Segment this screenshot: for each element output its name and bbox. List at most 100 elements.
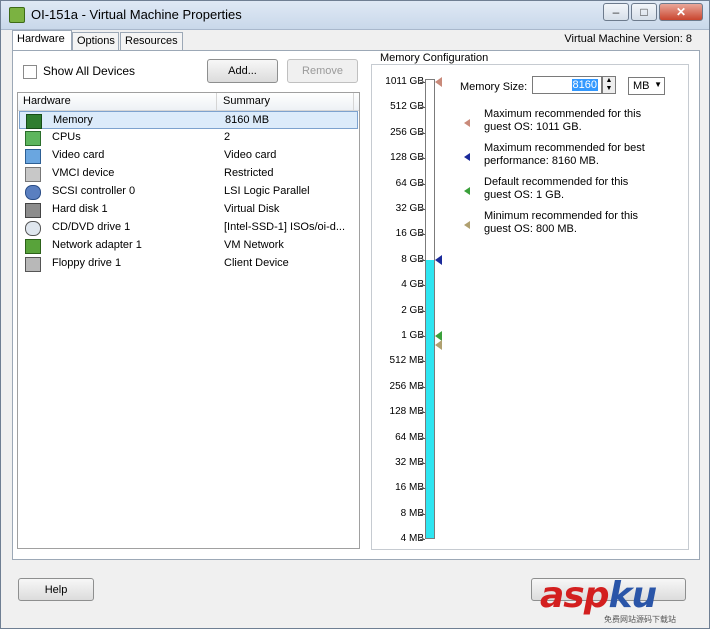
column-hardware[interactable]: Hardware (23, 95, 71, 107)
legend-marker (464, 153, 470, 161)
memory-size-input[interactable]: 8160 (532, 76, 602, 94)
scale-label: 64 GB (395, 177, 424, 189)
help-button[interactable]: Help (18, 578, 94, 601)
harddisk-icon (25, 203, 41, 218)
close-button[interactable]: ✕ (659, 3, 703, 21)
device-row[interactable]: CD/DVD drive 1 [Intel-SSD-1] ISOs/oi-d... (19, 219, 358, 237)
vm-icon (9, 7, 25, 23)
device-summary: LSI Logic Parallel (224, 185, 310, 197)
memory-icon (26, 114, 42, 129)
device-summary: VM Network (224, 239, 284, 251)
scale-tick (420, 183, 425, 185)
device-row[interactable]: Network adapter 1 VM Network (19, 237, 358, 255)
device-summary: Restricted (224, 167, 274, 179)
device-summary: 8160 MB (225, 114, 270, 126)
device-summary: Client Device (224, 257, 289, 269)
device-row[interactable]: Video card Video card (19, 147, 358, 165)
scale-label: 8 GB (401, 253, 424, 265)
window-title: OI-151a - Virtual Machine Properties (31, 7, 242, 22)
network-icon (25, 239, 41, 254)
device-row[interactable]: SCSI controller 0 LSI Logic Parallel (19, 183, 358, 201)
scale-tick (420, 513, 425, 515)
tab-resources[interactable]: Resources (120, 32, 183, 50)
maximize-button[interactable]: □ (631, 3, 657, 21)
device-row[interactable]: Memory 8160 MB (19, 111, 358, 129)
device-list: Hardware Summary Memory 8160 MB CPUs 2 Video… (17, 92, 360, 549)
legend-marker (464, 187, 470, 195)
scsi-icon (25, 185, 41, 200)
scale-tick (420, 361, 425, 363)
add-button[interactable]: Add... (207, 59, 278, 83)
scale-tick (420, 310, 425, 312)
scale-label: 128 GB (390, 152, 424, 164)
scale-label: 1011 GB (385, 76, 424, 87)
max-performance-marker[interactable] (435, 254, 442, 265)
scale-label: 256 MB (389, 380, 424, 392)
device-row[interactable]: Hard disk 1 Virtual Disk (19, 201, 358, 219)
scale-tick (420, 209, 425, 210)
device-name: SCSI controller 0 (52, 185, 136, 197)
tab-options[interactable]: Options (72, 32, 119, 50)
scale-tick (420, 285, 425, 287)
remove-button[interactable]: Remove (287, 59, 358, 83)
scale-tick (420, 82, 425, 83)
title-bar: OI-151a - Virtual Machine Properties – □… (1, 1, 709, 30)
list-header: Hardware Summary (18, 93, 359, 111)
scale-label: 4 MB (400, 533, 424, 545)
legend-marker (464, 221, 470, 229)
scale-label: 16 GB (395, 228, 424, 240)
floppy-icon (25, 257, 41, 272)
memory-unit-select[interactable]: MB ▼ (628, 77, 665, 95)
cd-icon (25, 221, 41, 236)
scale-label: 128 MB (389, 406, 424, 418)
scale-label: 64 MB (395, 431, 424, 443)
scale-tick (420, 158, 425, 160)
vm-version-label: Virtual Machine Version: 8 (564, 33, 692, 45)
device-name: CPUs (52, 131, 81, 143)
scale-tick (420, 437, 425, 439)
device-row[interactable]: VMCI device Restricted (19, 165, 358, 183)
watermark-subtitle: 免费网站源码下载站 (604, 615, 676, 624)
show-all-devices-label: Show All Devices (43, 64, 136, 78)
device-summary: Video card (224, 149, 277, 161)
memory-unit-value: MB (633, 80, 650, 92)
memory-size-spinner[interactable]: ▲ ▼ (602, 76, 616, 94)
device-row[interactable]: CPUs 2 (19, 129, 358, 147)
scale-tick (420, 107, 425, 109)
scale-label: 8 MB (400, 507, 424, 519)
column-summary[interactable]: Summary (223, 95, 270, 107)
device-name: Hard disk 1 (52, 203, 108, 215)
watermark-logo: aspku (540, 575, 657, 616)
tab-hardware[interactable]: Hardware (12, 30, 72, 50)
scale-tick (420, 463, 425, 464)
memory-fill (426, 259, 434, 538)
memory-note: Maximum recommended for best performance:… (484, 142, 645, 167)
scale-label: 2 GB (401, 304, 424, 316)
device-name: VMCI device (52, 167, 115, 179)
device-name: Network adapter 1 (52, 239, 142, 251)
scale-tick (420, 259, 425, 261)
memory-config-label: Memory Configuration (377, 52, 492, 64)
scale-label: 256 GB (390, 126, 424, 138)
scale-label: 32 MB (395, 457, 424, 468)
scale-tick (420, 234, 425, 236)
device-name: Floppy drive 1 (52, 257, 122, 269)
scale-tick (420, 488, 425, 490)
memory-note: Maximum recommended for this guest OS: 10… (484, 108, 642, 133)
cpu-icon (25, 131, 41, 146)
show-all-devices-checkbox[interactable] (23, 65, 37, 79)
scale-tick (420, 386, 425, 388)
chevron-down-icon: ▼ (654, 80, 662, 89)
scale-label: 16 MB (395, 482, 424, 494)
device-summary: Virtual Disk (224, 203, 280, 215)
min-os-marker[interactable] (435, 340, 442, 350)
scale-tick (420, 412, 425, 414)
memory-size-label: Memory Size: (460, 81, 528, 93)
device-row[interactable]: Floppy drive 1 Client Device (19, 255, 358, 273)
max-os-marker[interactable] (435, 77, 442, 87)
monitor-icon (25, 149, 41, 164)
device-name: Video card (52, 149, 105, 161)
scale-label: 512 MB (389, 355, 424, 367)
minimize-button[interactable]: – (603, 3, 629, 21)
legend-marker (464, 119, 470, 127)
